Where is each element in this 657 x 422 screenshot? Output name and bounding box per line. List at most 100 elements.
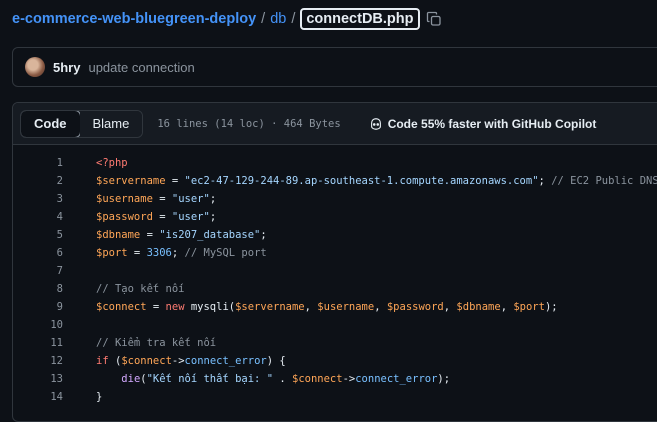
line-number[interactable]: 8 xyxy=(13,283,63,295)
code-line: 3 $username = "user"; xyxy=(13,190,657,208)
code-token: die xyxy=(121,373,141,385)
line-number[interactable]: 2 xyxy=(13,175,63,187)
code-token: $servername xyxy=(235,301,305,313)
code-line: 5 $dbname = "is207_database"; xyxy=(13,226,657,244)
code-token: } xyxy=(96,391,103,403)
copilot-promo-link[interactable]: Code 55% faster with GitHub Copilot xyxy=(369,116,597,131)
code-token: ); xyxy=(544,301,558,313)
line-source: $username = "user"; xyxy=(96,193,216,205)
line-source: // Kiểm tra kết nối xyxy=(96,337,216,349)
code-token: ) { xyxy=(266,355,286,367)
code-token: // Kiểm tra kết nối xyxy=(96,337,217,349)
code-line: 7 xyxy=(13,262,657,280)
line-number[interactable]: 7 xyxy=(13,265,63,277)
code-view: 1 <?php 2 $servername = "ec2-47-129-244-89.… xyxy=(13,145,657,406)
line-number[interactable]: 5 xyxy=(13,229,63,241)
line-number[interactable]: 10 xyxy=(13,319,63,331)
code-token: , xyxy=(374,301,387,313)
line-source: // Tạo kết nối xyxy=(96,283,185,295)
code-token: = xyxy=(140,229,160,241)
breadcrumb-current-file: connectDB.php xyxy=(300,8,420,30)
line-source: <?php xyxy=(96,157,128,169)
copy-path-icon[interactable] xyxy=(426,11,442,27)
code-token: ; xyxy=(209,211,217,223)
code-token: , xyxy=(500,301,514,313)
code-token: $port xyxy=(96,247,128,259)
code-line: 1 <?php xyxy=(13,154,657,172)
line-number[interactable]: 13 xyxy=(13,373,63,385)
line-number[interactable]: 3 xyxy=(13,193,63,205)
code-token: "is207_database" xyxy=(159,229,261,241)
line-source: $port = 3306; // MySQL port xyxy=(96,247,267,259)
code-token: ; xyxy=(538,175,552,187)
code-token: ( xyxy=(108,355,122,367)
code-token: = xyxy=(146,301,166,313)
code-token: ); xyxy=(437,373,451,385)
line-number[interactable]: 1 xyxy=(13,157,63,169)
commit-message[interactable]: update connection xyxy=(88,60,194,75)
code-line: 6 $port = 3306; // MySQL port xyxy=(13,244,657,262)
code-line: 12 if ($connect->connect_error) { xyxy=(13,352,657,370)
code-token: mysqli( xyxy=(184,301,236,313)
code-token: -> xyxy=(342,373,356,385)
line-number[interactable]: 11 xyxy=(13,337,63,349)
line-number[interactable]: 14 xyxy=(13,391,63,403)
breadcrumb-separator: / xyxy=(291,11,296,27)
code-token: = xyxy=(165,175,185,187)
copilot-promo-label: Code 55% faster with GitHub Copilot xyxy=(387,116,597,131)
line-source: } xyxy=(96,391,102,403)
code-token: = xyxy=(152,211,172,223)
code-token: "user" xyxy=(171,193,210,205)
commit-author[interactable]: 5hry xyxy=(53,60,80,75)
code-token: . xyxy=(273,373,292,385)
code-token: , xyxy=(443,301,457,313)
code-line: 14} xyxy=(13,388,657,406)
code-token: new xyxy=(165,301,185,313)
code-token: connect_error xyxy=(355,373,438,385)
code-token: if xyxy=(96,355,109,367)
avatar[interactable] xyxy=(25,57,45,77)
tab-code[interactable]: Code xyxy=(21,110,81,137)
code-token: $dbname xyxy=(456,301,501,313)
code-token: $username xyxy=(96,193,153,205)
line-source: die("Kết nối thất bại: " . $connect->con… xyxy=(96,373,450,385)
code-token: $username xyxy=(317,301,375,313)
line-source: $dbname = "is207_database"; xyxy=(96,229,267,241)
tab-blame[interactable]: Blame xyxy=(79,110,143,137)
code-token: , xyxy=(304,301,318,313)
code-line: 13 die("Kết nối thất bại: " . $connect->… xyxy=(13,370,657,388)
line-number[interactable]: 6 xyxy=(13,247,63,259)
code-line: 2 $servername = "ec2-47-129-244-89.ap-sou… xyxy=(13,172,657,190)
code-token: // MySQL port xyxy=(184,247,267,259)
code-token: $connect xyxy=(121,355,172,367)
copilot-icon xyxy=(370,117,381,130)
code-token: "user" xyxy=(171,211,210,223)
code-token: ; xyxy=(209,193,217,205)
breadcrumb-folder-link[interactable]: db xyxy=(270,11,286,27)
line-number[interactable]: 12 xyxy=(13,355,63,367)
code-token: "Kết nối thất bại: " xyxy=(146,373,274,385)
code-line: 8 // Tạo kết nối xyxy=(13,280,657,298)
line-source: if ($connect->connect_error) { xyxy=(96,355,286,367)
breadcrumb-separator: / xyxy=(261,11,266,27)
line-number[interactable]: 4 xyxy=(13,211,63,223)
latest-commit-bar: 5hry update connection xyxy=(12,47,657,87)
file-info: 16 lines (14 loc) · 464 Bytes xyxy=(157,117,341,130)
code-token: ; xyxy=(260,229,267,241)
code-line: 10 xyxy=(13,316,657,334)
breadcrumb: e-commerce-web-bluegreen-deploy / db / c… xyxy=(12,8,442,30)
view-toggle: Code Blame xyxy=(20,109,144,138)
code-token: "ec2-47-129-244-89.ap-southeast-1.comput… xyxy=(184,175,539,187)
code-token: $connect xyxy=(96,301,147,313)
code-token: connect_error xyxy=(184,355,267,367)
line-source: $servername = "ec2-47-129-244-89.ap-sout… xyxy=(96,175,657,187)
line-source: $connect = new mysqli($servername, $user… xyxy=(96,301,558,313)
line-number[interactable]: 9 xyxy=(13,301,63,313)
code-token: <?php xyxy=(96,157,128,169)
breadcrumb-repo-link[interactable]: e-commerce-web-bluegreen-deploy xyxy=(12,11,256,27)
code-line: 9 $connect = new mysqli($servername, $use… xyxy=(13,298,657,316)
code-token: -> xyxy=(171,355,185,367)
code-token: $password xyxy=(386,301,444,313)
code-line: 11 // Kiểm tra kết nối xyxy=(13,334,657,352)
